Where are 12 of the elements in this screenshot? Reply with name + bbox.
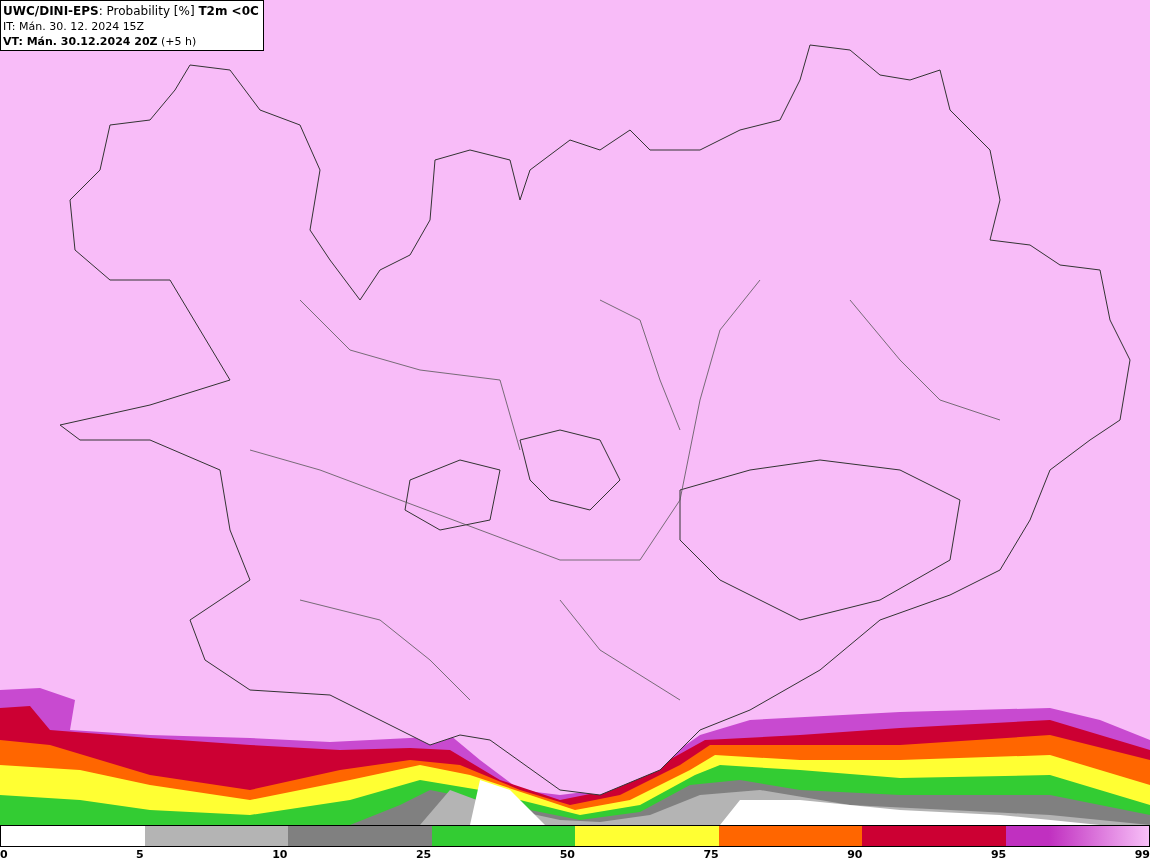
valid-time: VT: Mán. 30.12.2024 20Z (+5 h)	[3, 34, 198, 49]
scale-label: 0	[0, 847, 8, 863]
scale-label: 10	[272, 847, 288, 863]
scale-label: 5	[136, 847, 144, 863]
scale-label: 25	[415, 847, 432, 863]
scale-label: 90	[847, 847, 863, 863]
map-title: UWC/DINI-EPS: Probability [%] T2m <0C	[3, 3, 259, 19]
init-time: IT: Mán. 30. 12. 2024 15Z	[3, 19, 146, 34]
scale-label: 50	[559, 847, 575, 863]
scale-label: 95	[990, 847, 1007, 863]
scale-label: 99	[1134, 847, 1150, 863]
scale-label: 75	[703, 847, 719, 863]
